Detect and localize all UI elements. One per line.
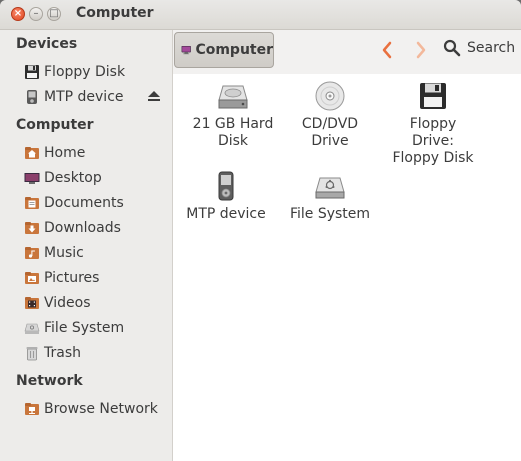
- forward-arrow-icon[interactable]: [414, 41, 428, 59]
- file-system-drive-icon: [315, 177, 345, 199]
- computer-icon: [181, 45, 191, 55]
- file-manager-window: × – □ Computer Devices Floppy Disk MTP d…: [0, 0, 521, 461]
- downloads-folder-icon: [25, 222, 39, 234]
- media-player-icon: [218, 171, 234, 201]
- pictures-folder-icon: [25, 272, 39, 284]
- sidebar-item-trash[interactable]: Trash: [24, 342, 169, 364]
- sidebar-item-label: Home: [44, 145, 86, 161]
- mtp-device-icon: [27, 90, 37, 104]
- eject-icon[interactable]: [147, 89, 161, 103]
- window-title: Computer: [76, 5, 154, 21]
- sidebar-item-label: Videos: [44, 295, 91, 311]
- grid-item-label-line1: MTP device: [186, 206, 266, 222]
- sidebar-item-label: Trash: [44, 345, 81, 361]
- sidebar-item-pictures[interactable]: Pictures: [24, 267, 169, 289]
- sidebar-item-floppy-disk[interactable]: Floppy Disk: [24, 61, 169, 83]
- floppy-drive-icon: [420, 83, 446, 109]
- sidebar-item-file-system[interactable]: File System: [24, 317, 169, 339]
- sidebar-heading-computer: Computer: [16, 117, 94, 133]
- hard-disk-icon: [218, 85, 248, 109]
- maximize-window-button[interactable]: □: [47, 7, 61, 21]
- sidebar-item-desktop[interactable]: Desktop: [24, 167, 169, 189]
- grid-item-label-line1: File System: [289, 206, 371, 222]
- search-icon: [443, 39, 461, 57]
- floppy-disk-icon: [25, 65, 39, 79]
- grid-item-file-system[interactable]: File System: [280, 170, 380, 223]
- grid-item-hard-disk[interactable]: 21 GB Hard Disk: [183, 80, 283, 150]
- back-arrow-icon[interactable]: [380, 41, 394, 59]
- sidebar-item-label: Browse Network: [44, 401, 158, 417]
- search-button[interactable]: Search: [443, 39, 515, 57]
- sidebar-item-label: Documents: [44, 195, 124, 211]
- sidebar-item-label: Floppy Disk: [44, 64, 126, 80]
- sidebar-item-browse-network[interactable]: Browse Network: [24, 398, 169, 420]
- music-folder-icon: [25, 247, 39, 259]
- videos-folder-icon: [25, 297, 39, 309]
- sidebar-item-label: Pictures: [44, 270, 100, 286]
- grid-item-floppy-drive[interactable]: Floppy Drive: Floppy Disk: [383, 80, 483, 167]
- grid-item-label-line1: 21 GB Hard: [192, 116, 274, 132]
- documents-folder-icon: [25, 197, 39, 209]
- grid-item-label-line2: Disk: [217, 133, 249, 149]
- home-folder-icon: [25, 147, 39, 159]
- sidebar-item-documents[interactable]: Documents: [24, 192, 169, 214]
- sidebar-item-label: MTP device: [44, 89, 124, 105]
- close-window-button[interactable]: ×: [11, 7, 25, 21]
- sidebar-heading-network: Network: [16, 373, 83, 389]
- sidebar-item-music[interactable]: Music: [24, 242, 169, 264]
- file-system-icon: [24, 323, 40, 334]
- desktop-icon: [24, 173, 40, 184]
- trash-icon: [26, 347, 38, 361]
- grid-item-label-line1: Floppy: [409, 116, 457, 132]
- sidebar-item-label: Desktop: [44, 170, 102, 186]
- grid-item-cd-dvd-drive[interactable]: CD/DVD Drive: [280, 80, 380, 150]
- minimize-window-button[interactable]: –: [29, 7, 43, 21]
- grid-item-label-line2: Drive: [311, 133, 349, 149]
- sidebar-item-downloads[interactable]: Downloads: [24, 217, 169, 239]
- grid-item-label-line2: Drive:: [411, 133, 455, 149]
- sidebar-item-mtp-device[interactable]: MTP device: [24, 86, 169, 108]
- search-label: Search: [467, 40, 516, 56]
- grid-item-label-line3: Floppy Disk: [392, 150, 474, 166]
- sidebar: Devices Floppy Disk MTP device Computer …: [0, 30, 173, 461]
- path-bar-button-computer[interactable]: Computer: [174, 32, 274, 68]
- sidebar-heading-devices: Devices: [16, 36, 78, 52]
- sidebar-item-label: Music: [44, 245, 84, 261]
- sidebar-item-home[interactable]: Home: [24, 142, 169, 164]
- optical-drive-icon: [315, 81, 345, 111]
- path-bar-label: Computer: [195, 42, 273, 58]
- sidebar-item-label: File System: [44, 320, 125, 336]
- title-bar[interactable]: × – □ Computer: [0, 0, 521, 30]
- network-icon: [25, 403, 39, 415]
- sidebar-item-label: Downloads: [44, 220, 121, 236]
- grid-item-label-line1: CD/DVD: [301, 116, 359, 132]
- grid-item-mtp-device[interactable]: MTP device: [176, 170, 276, 223]
- sidebar-item-videos[interactable]: Videos: [24, 292, 169, 314]
